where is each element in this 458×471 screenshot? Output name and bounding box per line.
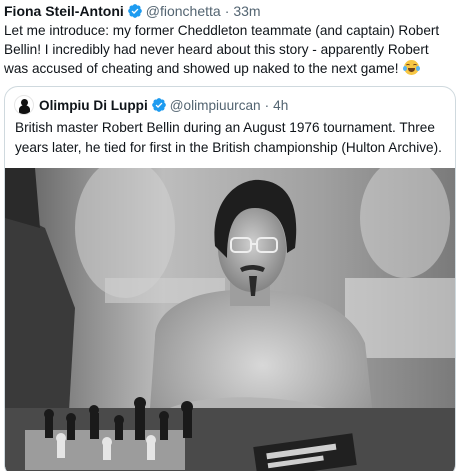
tweet: Fiona Steil-Antoni @fionchetta · 33m Let… (0, 0, 458, 471)
tweet-timestamp[interactable]: 33m (233, 3, 260, 19)
separator-dot: · (264, 97, 270, 113)
separator-dot: · (224, 3, 230, 19)
quoted-tweet-text: British master Robert Bellin during an A… (15, 120, 442, 155)
tweet-text-content: Let me introduce: my former Cheddleton t… (4, 23, 440, 76)
black-and-white-photo-icon (5, 168, 455, 471)
verified-badge-icon (127, 4, 142, 18)
quoted-tweet-header: Olimpiu Di Luppi @olimpiuurcan · 4h (14, 95, 288, 115)
avatar[interactable] (14, 95, 34, 115)
quoted-author-handle[interactable]: @olimpiuurcan (170, 98, 261, 113)
quoted-author-name[interactable]: Olimpiu Di Luppi (39, 98, 148, 113)
tweet-header: Fiona Steil-Antoni @fionchetta · 33m (4, 2, 261, 20)
quoted-tweet-timestamp[interactable]: 4h (273, 98, 288, 113)
author-name[interactable]: Fiona Steil-Antoni (4, 3, 124, 19)
tears-of-joy-emoji-icon (403, 60, 421, 75)
verified-badge-icon (151, 98, 166, 112)
quoted-tweet[interactable]: Olimpiu Di Luppi @olimpiuurcan · 4h Brit… (4, 86, 456, 471)
tweet-text: Let me introduce: my former Cheddleton t… (4, 21, 456, 78)
author-handle[interactable]: @fionchetta (146, 3, 221, 19)
tweet-photo[interactable] (5, 168, 455, 471)
